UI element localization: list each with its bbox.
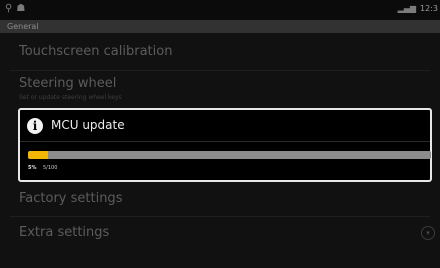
section-header-general: General bbox=[0, 20, 440, 33]
extra-settings-title: Extra settings bbox=[19, 225, 110, 240]
progress-percent: 5% bbox=[28, 165, 37, 171]
debug-icon: ☗ bbox=[16, 3, 26, 14]
touchscreen-calibration-title: Touchscreen calibration bbox=[19, 44, 173, 59]
steering-wheel-summary: Set or update steering wheel keys bbox=[19, 94, 122, 101]
status-right: ▂▄▆ 12:3 bbox=[398, 4, 438, 13]
status-time: 12:3 bbox=[420, 4, 438, 13]
signal-bars-icon: ▂▄▆ bbox=[397, 4, 417, 13]
expand-circle-icon[interactable]: ▾ bbox=[421, 226, 435, 240]
steering-wheel-title: Steering wheel bbox=[19, 76, 117, 91]
mcu-update-dialog: i MCU update 5% 5/100 bbox=[18, 108, 432, 182]
dialog-title: MCU update bbox=[51, 118, 125, 132]
touchscreen-calibration-item[interactable]: Touchscreen calibration bbox=[0, 33, 440, 71]
progress-count: 5/100 bbox=[43, 165, 58, 171]
dialog-divider bbox=[20, 141, 430, 142]
factory-settings-item[interactable]: Factory settings bbox=[0, 184, 440, 215]
status-bar: ⚲ ☗ ▂▄▆ 12:3 bbox=[0, 0, 440, 20]
steering-wheel-item[interactable]: Steering wheel Set or update steering wh… bbox=[0, 71, 440, 106]
factory-settings-title: Factory settings bbox=[19, 191, 123, 206]
usb-icon: ⚲ bbox=[5, 3, 13, 14]
extra-settings-item[interactable]: Extra settings ▾ bbox=[0, 217, 440, 249]
progress-bar bbox=[28, 151, 431, 159]
status-left-icons: ⚲ ☗ bbox=[5, 3, 25, 14]
info-icon: i bbox=[27, 118, 43, 134]
progress-bar-fill bbox=[28, 151, 49, 159]
